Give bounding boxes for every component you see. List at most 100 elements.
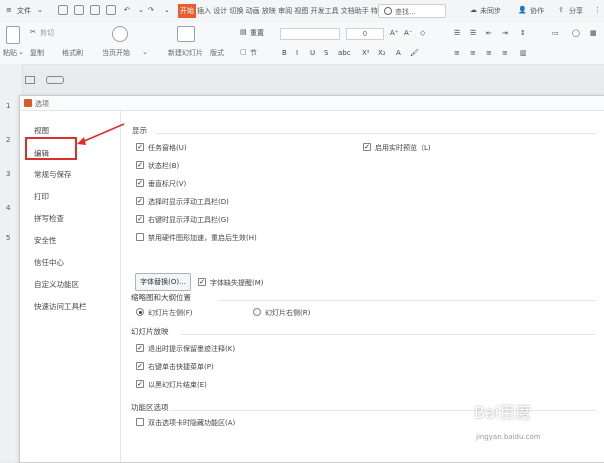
subscript-icon[interactable]: X₂ xyxy=(378,49,386,57)
tab-others[interactable]: 插入 设计 切换 动画 放映 审阅 视图 开发工具 文档助手 特色 xyxy=(197,4,385,18)
justify-icon[interactable]: ≡ xyxy=(502,49,508,57)
slide-number[interactable]: 3 xyxy=(6,170,10,178)
collab-icon: 👤 xyxy=(518,6,527,14)
font-size-select[interactable]: 0 xyxy=(346,28,384,40)
collab-button[interactable]: 协作 xyxy=(530,6,544,16)
shadow-icon[interactable]: S xyxy=(324,49,328,57)
font-substitute-button[interactable]: 字体替换(O)... xyxy=(135,273,191,291)
checkbox[interactable]: ✓ xyxy=(363,143,371,151)
chevron-down-icon[interactable]: ⌄ xyxy=(18,48,24,56)
print-icon[interactable] xyxy=(90,5,100,15)
font-family-select[interactable] xyxy=(280,28,340,40)
radio[interactable] xyxy=(136,308,144,316)
file-menu[interactable]: 文件 xyxy=(17,6,31,16)
nav-item-security[interactable]: 安全性 xyxy=(34,235,57,246)
section-button[interactable]: 节 xyxy=(250,48,257,58)
checkbox[interactable]: ✓ xyxy=(198,278,206,286)
chevron-down-icon[interactable]: ⌄ xyxy=(37,6,43,14)
section-icon: ▢ xyxy=(240,48,247,56)
number-list-icon[interactable]: ☰ xyxy=(470,29,476,37)
indent-increase-icon[interactable]: ⇥ xyxy=(502,29,508,37)
font-grow-icon[interactable]: A⁺ xyxy=(390,29,398,37)
wps-logo-icon xyxy=(24,99,32,107)
indent-decrease-icon[interactable]: ⇤ xyxy=(486,29,492,37)
chevron-down-icon[interactable]: ⌄ xyxy=(164,6,170,14)
sync-status[interactable]: 未同步 xyxy=(480,6,501,16)
tab-home[interactable]: 开始 xyxy=(178,4,196,18)
checkbox[interactable]: ✓ xyxy=(136,179,144,187)
font-shrink-icon[interactable]: A⁻ xyxy=(404,29,412,37)
nav-item-quick-access-toolbar[interactable]: 快速访问工具栏 xyxy=(34,301,87,312)
dialog-title: 选项 xyxy=(35,100,49,108)
align-center-icon[interactable]: ≡ xyxy=(470,49,476,57)
cloud-sync-icon: ☁ xyxy=(470,6,477,14)
baidu-watermark-logo: Bai百度 xyxy=(474,403,532,422)
line-spacing-icon[interactable]: ↕ xyxy=(520,29,526,37)
search-input[interactable]: 查找... xyxy=(378,4,446,18)
bullet-list-icon[interactable]: ☰ xyxy=(454,29,460,37)
slide-number[interactable]: 4 xyxy=(6,204,10,212)
layout-icon: ▤ xyxy=(240,28,247,36)
new-slide-button[interactable]: 新建幻灯片 xyxy=(168,48,203,58)
preview-icon[interactable] xyxy=(106,5,116,15)
checkbox[interactable]: ✓ xyxy=(136,197,144,205)
checkbox[interactable] xyxy=(136,233,144,241)
font-color-icon[interactable]: A xyxy=(396,49,401,57)
cut-button[interactable]: 剪切 xyxy=(40,28,54,38)
copy-button[interactable]: 复制 xyxy=(30,48,44,58)
nav-item-spellcheck[interactable]: 拼写检查 xyxy=(34,213,64,224)
radio[interactable] xyxy=(253,308,261,316)
checkbox[interactable]: ✓ xyxy=(136,143,144,151)
textbox-icon[interactable]: ▭ xyxy=(552,29,559,37)
checkbox[interactable]: ✓ xyxy=(136,161,144,169)
highlight-icon[interactable]: 🖌 xyxy=(410,49,419,57)
undo-icon[interactable]: ↶ xyxy=(124,6,130,14)
layout-button[interactable]: 版式 xyxy=(210,48,224,58)
slide-number[interactable]: 2 xyxy=(6,136,10,144)
checkbox[interactable]: ✓ xyxy=(136,215,144,223)
checkbox[interactable] xyxy=(136,418,144,426)
nav-item-view[interactable]: 视图 xyxy=(34,125,49,136)
bold-icon[interactable]: B xyxy=(282,49,287,57)
nav-item-print[interactable]: 打印 xyxy=(34,191,49,202)
save-icon[interactable] xyxy=(58,5,68,15)
chevron-down-icon[interactable]: ⌄ xyxy=(138,6,144,14)
slide-number[interactable]: 1 xyxy=(6,102,10,110)
new-slide-icon[interactable] xyxy=(177,26,195,42)
share-button[interactable]: 分享 xyxy=(569,6,583,16)
align-right-icon[interactable]: ≡ xyxy=(486,49,492,57)
checkbox[interactable]: ✓ xyxy=(136,380,144,388)
play-icon[interactable] xyxy=(112,26,128,42)
play-from-current-button[interactable]: 当页开始 xyxy=(102,48,130,58)
clear-format-icon[interactable]: ◇ xyxy=(420,29,425,37)
export-icon[interactable] xyxy=(74,5,84,15)
shape-icon[interactable]: ◯ xyxy=(572,29,580,37)
nav-item-general-save[interactable]: 常规与保存 xyxy=(34,169,72,180)
superscript-icon[interactable]: X² xyxy=(362,49,370,57)
checkbox[interactable]: ✓ xyxy=(136,362,144,370)
cut-icon[interactable]: ✂ xyxy=(30,28,36,36)
columns-icon[interactable]: ▥ xyxy=(520,49,527,57)
options-nav: 视图 编辑 常规与保存 打印 拼写检查 安全性 信任中心 自定义功能区 快速访问… xyxy=(20,111,121,462)
format-painter-button[interactable]: 格式刷 xyxy=(62,48,83,58)
checkbox[interactable]: ✓ xyxy=(136,344,144,352)
more-icon[interactable]: ⋮ xyxy=(594,6,601,14)
strike-icon[interactable]: abc xyxy=(338,49,351,57)
nav-item-customize-ribbon[interactable]: 自定义功能区 xyxy=(34,279,79,290)
arrange-icon[interactable]: ▦ xyxy=(590,29,597,37)
search-placeholder: 查找... xyxy=(395,8,416,16)
align-left-icon[interactable]: ≡ xyxy=(454,49,460,57)
italic-icon[interactable]: I xyxy=(296,49,298,57)
nav-item-trust-center[interactable]: 信任中心 xyxy=(34,257,64,268)
reset-button[interactable]: 重置 xyxy=(250,28,264,38)
slide-number[interactable]: 5 xyxy=(6,234,10,242)
underline-icon[interactable]: U xyxy=(310,49,315,57)
chevron-down-icon[interactable]: ⌄ xyxy=(142,48,148,56)
divider xyxy=(218,300,596,301)
outline-view-icon[interactable] xyxy=(25,76,35,84)
paste-button[interactable] xyxy=(6,26,20,44)
divider xyxy=(156,133,596,134)
redo-icon[interactable]: ↷ xyxy=(148,6,154,14)
menu-icon[interactable]: ≡ xyxy=(6,6,12,14)
slide-view-icon[interactable] xyxy=(46,76,64,84)
